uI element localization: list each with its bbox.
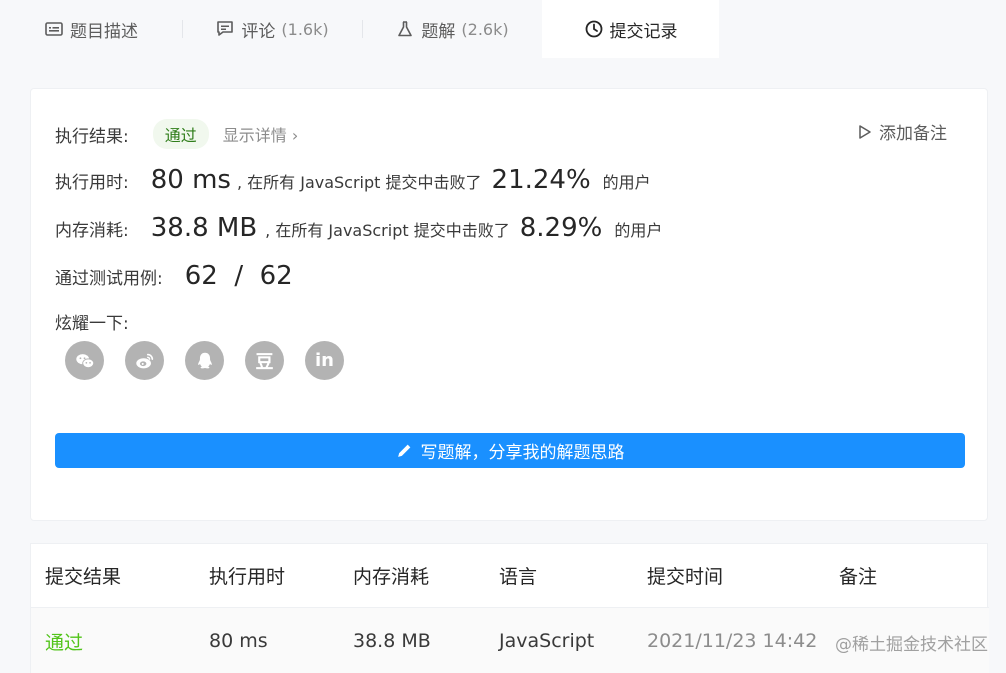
header-note: 备注 <box>839 566 878 588</box>
row-memory: 38.8 MB <box>353 630 431 652</box>
write-solution-button[interactable]: 写题解，分享我的解题思路 <box>55 433 965 468</box>
share-qq-button[interactable] <box>185 341 224 380</box>
tests-row: 通过测试用例: 62 / 62 <box>55 261 293 291</box>
add-note-label: 添加备注 <box>879 124 947 144</box>
wechat-icon <box>75 353 94 368</box>
show-detail-link[interactable]: 显示详情 › <box>223 122 299 146</box>
share-wechat-button[interactable] <box>65 341 104 380</box>
pencil-icon <box>397 444 410 457</box>
header-time: 提交时间 <box>647 566 724 588</box>
share-buttons: 豆 in <box>65 341 344 380</box>
clock-icon <box>585 20 602 38</box>
tab-divider <box>182 20 183 38</box>
row-language: JavaScript <box>499 630 595 652</box>
header-runtime: 执行用时 <box>209 566 286 588</box>
douban-icon: 豆 <box>255 351 274 373</box>
runtime-label: 执行用时: <box>55 173 129 193</box>
memory-label: 内存消耗: <box>55 221 129 241</box>
tab-count: (1.6k) <box>281 19 329 39</box>
memory-text: , 在所有 JavaScript 提交中击败了 <box>265 221 510 240</box>
status-label: 执行结果: <box>55 126 129 147</box>
header-language: 语言 <box>499 566 538 588</box>
table-header: 提交结果 执行用时 内存消耗 语言 提交时间 备注 <box>31 544 989 608</box>
memory-row: 内存消耗: 38.8 MB , 在所有 JavaScript 提交中击败了 8.… <box>55 213 662 243</box>
memory-percent: 8.29% <box>519 213 603 243</box>
tab-submissions[interactable]: 提交记录 <box>542 0 719 58</box>
share-row: 炫耀一下: <box>55 309 129 334</box>
runtime-text: , 在所有 JavaScript 提交中击败了 <box>236 173 482 192</box>
tab-bar: 题目描述 评论 (1.6k) 题解 (2.6k) 提交记录 <box>0 0 1006 58</box>
tests-label: 通过测试用例: <box>55 269 163 289</box>
share-douban-button[interactable]: 豆 <box>245 341 284 380</box>
tab-count: (2.6k) <box>461 19 509 39</box>
flask-icon <box>398 21 413 37</box>
watermark-text: @稀土掘金技术社区 <box>835 635 988 655</box>
runtime-row: 执行用时: 80 ms , 在所有 JavaScript 提交中击败了 21.2… <box>55 165 651 195</box>
row-time: 2021/11/23 14:42 <box>647 630 818 652</box>
qq-icon <box>197 352 212 368</box>
row-runtime: 80 ms <box>209 630 268 652</box>
tab-label: 提交记录 <box>609 21 678 42</box>
header-result: 提交结果 <box>45 566 122 588</box>
description-icon <box>45 22 63 36</box>
comment-icon <box>217 21 234 36</box>
tab-solutions[interactable]: 题解 (2.6k) <box>362 0 542 58</box>
status-row: 执行结果: 通过 显示详情 › <box>55 119 298 149</box>
status-badge: 通过 <box>152 119 209 149</box>
header-memory: 内存消耗 <box>353 566 430 588</box>
watermark: @稀土掘金技术社区 <box>835 630 988 655</box>
memory-value: 38.8 MB <box>150 213 258 243</box>
memory-suffix: 的用户 <box>614 221 663 240</box>
result-card: 执行结果: 通过 显示详情 › 添加备注 执行用时: 80 ms , 在所有 J… <box>30 88 988 521</box>
tab-divider <box>362 20 363 38</box>
flag-icon <box>859 124 871 139</box>
tab-description[interactable]: 题目描述 <box>0 0 182 58</box>
runtime-suffix: 的用户 <box>602 173 651 192</box>
share-label: 炫耀一下: <box>55 314 129 334</box>
linkedin-icon: in <box>315 350 334 371</box>
tab-comments[interactable]: 评论 (1.6k) <box>182 0 362 58</box>
row-result[interactable]: 通过 <box>45 628 83 655</box>
runtime-percent: 21.24% <box>491 165 591 195</box>
tests-value: 62 / 62 <box>184 261 293 291</box>
tab-label: 题目描述 <box>70 21 138 42</box>
tab-label: 评论 <box>241 21 276 42</box>
write-solution-label: 写题解，分享我的解题思路 <box>420 443 625 463</box>
tab-label: 题解 <box>421 21 456 42</box>
add-note-button[interactable]: 添加备注 <box>857 119 947 144</box>
share-linkedin-button[interactable]: in <box>305 341 344 380</box>
weibo-icon <box>135 353 153 368</box>
runtime-value: 80 ms <box>150 165 231 195</box>
share-weibo-button[interactable] <box>125 341 164 380</box>
